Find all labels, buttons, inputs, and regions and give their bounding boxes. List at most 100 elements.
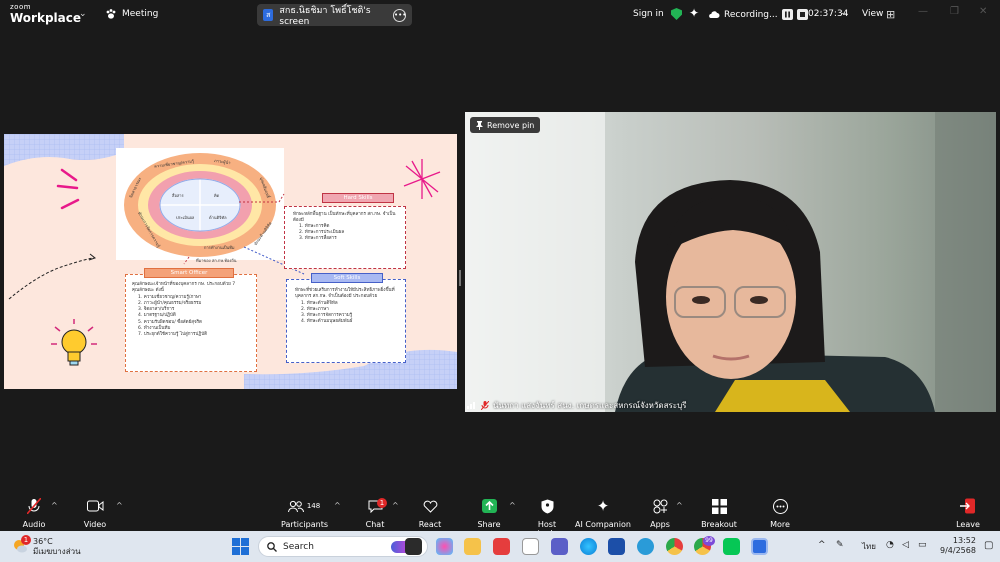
participants-options-caret[interactable]: ^ (334, 501, 341, 510)
list-item: 3. ทักษะการสื่อสาร (299, 236, 337, 242)
store-icon[interactable] (608, 538, 625, 555)
edge-browser-icon[interactable] (580, 538, 597, 555)
maximize-icon[interactable]: ❐ (950, 6, 959, 17)
participant-name-tag: นันทกา แสงจันทร์ สนง. เกษตรและสหกรณ์จังห… (465, 398, 996, 412)
shield-icon (541, 499, 553, 513)
list-item: 7. ประยุกต์ใช้ความรู้ ไปสู่การปฏิบัติ (138, 332, 208, 338)
hard-skills-title: Hard Skills (322, 193, 394, 203)
apps-icon (653, 499, 667, 513)
battery-icon[interactable]: ▭ (918, 540, 927, 550)
file-explorer-icon[interactable] (464, 538, 481, 555)
windows-start-icon[interactable] (232, 538, 249, 555)
wifi-icon[interactable]: ◔ (886, 540, 894, 550)
chat-options-caret[interactable]: ^ (392, 501, 399, 510)
soft-skills-title: Soft Skills (311, 273, 383, 283)
signal-strength-icon (467, 402, 475, 409)
chevron-down-icon[interactable]: ⌄ (840, 8, 848, 18)
recording-indicator: Recording... (708, 9, 808, 20)
paw-icon (106, 9, 116, 19)
muted-mic-icon (27, 498, 41, 514)
apps-button[interactable]: Apps (647, 497, 673, 529)
muted-mic-icon (481, 400, 489, 410)
minimize-icon[interactable]: — (918, 6, 928, 17)
sign-in-link[interactable]: Sign in (633, 9, 664, 19)
shared-screen: ความเชี่ยวชาญ/ความรู้ ภาวะผู้นำ จิตสาธาร… (4, 134, 457, 389)
meeting-menu[interactable]: Meeting (105, 8, 158, 20)
hard-skills-box: ทักษะหลักพื้นฐาน เป็นทักษะที่บุคลากร สก.… (284, 206, 406, 269)
share-options-caret[interactable]: ^ (509, 501, 516, 510)
speaker-icon[interactable]: ◁ (902, 540, 909, 550)
pause-recording-button[interactable] (781, 9, 793, 20)
starburst-icon (403, 159, 441, 199)
soft-skills-box: ทักษะที่ช่วยเสริมการทำงานให้มีประสิทธิภา… (286, 279, 406, 363)
share-button[interactable]: Share (476, 497, 502, 529)
spark-lines-icon (56, 168, 80, 210)
diagram-caption: ที่มาของ สก.กษ.ท้องถิ่น (196, 258, 237, 263)
soft-skills-list: 1. ทักษะด้านดิจิทัล 2. ทักษะภาษา 3. ทักษ… (295, 301, 400, 326)
stop-recording-button[interactable] (796, 9, 808, 20)
heart-icon (423, 500, 437, 513)
pause-icon (784, 11, 790, 18)
diagram-quadrant-label: ด้านดิจิทัล (209, 215, 227, 220)
ai-sparkle-icon[interactable]: ✦ (689, 6, 699, 20)
app-red-icon[interactable] (493, 538, 510, 555)
more-button[interactable]: More (768, 497, 792, 529)
chrome-icon[interactable] (666, 538, 683, 555)
lightbulb-icon (51, 319, 97, 366)
title-bar: zoom Workplace ⌄ Meeting ส สกธ.นิธชิมา โ… (0, 0, 1000, 30)
dashed-arrow-icon (8, 257, 95, 300)
diagram-quadrant-label: คิด (214, 193, 220, 198)
weather-app-icon[interactable] (637, 538, 654, 555)
list-item: 4. ทักษะด้านมนุษยสัมพันธ์ (301, 319, 353, 325)
remove-pin-button[interactable]: Remove pin (470, 117, 541, 133)
zoom-app-icon[interactable] (751, 538, 768, 555)
chevron-down-icon[interactable]: ⌄ (79, 9, 87, 19)
pen-icon[interactable]: ✎ (836, 540, 844, 550)
more-dots-icon (772, 498, 788, 514)
task-view-icon[interactable] (405, 538, 422, 555)
video-button[interactable]: Video (82, 497, 108, 529)
system-clock[interactable]: 13:52 9/4/2568 (940, 536, 976, 557)
react-button[interactable]: React (417, 497, 443, 529)
copilot-icon[interactable] (436, 538, 453, 555)
video-options-caret[interactable]: ^ (116, 501, 123, 510)
taskbar-search[interactable]: Search (258, 536, 428, 557)
leave-button[interactable]: Leave (956, 497, 980, 529)
more-options-icon[interactable]: ••• (393, 8, 406, 22)
zoom-logo: zoom Workplace (10, 3, 82, 25)
close-icon[interactable]: ✕ (979, 6, 987, 17)
weather-widget[interactable]: 1 36°C มีเมฆบางส่วน (12, 535, 82, 559)
smart-officer-list: 1. ความเชี่ยวชาญ/ความรู้/ภาษา 2. ภาวะผู้… (132, 295, 250, 339)
participant-video-frame (465, 112, 996, 412)
stop-icon (799, 12, 805, 17)
screen-share-indicator[interactable]: ส สกธ.นิธชิมา โพธิ์โชติ's screen ••• (257, 4, 412, 27)
ai-companion-button[interactable]: ✦ AI Companion (575, 497, 631, 529)
notification-bell-icon[interactable]: ▢ (984, 540, 993, 551)
line-app-icon[interactable] (723, 538, 740, 555)
apps-options-caret[interactable]: ^ (676, 501, 683, 510)
participants-button[interactable]: 148 Participants (281, 497, 328, 529)
pinned-video-tile[interactable]: Remove pin นันทกา แสงจันทร์ สนง. เกษตรแล… (465, 112, 996, 412)
windows-taskbar: 1 36°C มีเมฆบางส่วน Search 99 ^ ✎ ไทย ◔ … (0, 531, 1000, 562)
security-shield-icon[interactable] (671, 8, 682, 20)
audio-options-caret[interactable]: ^ (51, 501, 58, 510)
smart-officer-desc: คุณลักษณะเจ้าหน้าที่ของบุคลากร กษ. ประกอ… (132, 282, 236, 294)
soft-skills-desc: ทักษะที่ช่วยเสริมการทำงานให้มีประสิทธิภา… (295, 288, 395, 300)
grid-view-icon[interactable]: ⊞ (886, 8, 895, 21)
splitter-handle[interactable] (459, 270, 461, 286)
video-camera-icon (86, 500, 103, 512)
hard-skills-desc: ทักษะหลักพื้นฐาน เป็นทักษะที่บุคลากร สก.… (293, 212, 396, 224)
diagram-ring-label: การทำงานเป็นทีม (204, 245, 235, 250)
sharer-label: สกธ.นิธชิมา โพธิ์โชติ's screen (279, 6, 371, 27)
teams-icon[interactable] (551, 538, 568, 555)
sharer-avatar: ส (263, 9, 274, 21)
language-indicator[interactable]: ไทย (862, 540, 876, 553)
chevron-up-icon[interactable]: ^ (818, 540, 826, 550)
leave-exit-icon (960, 498, 975, 514)
calendar-app-icon[interactable] (522, 538, 539, 555)
audio-button[interactable]: Audio (22, 497, 46, 529)
chat-button[interactable]: 1 Chat (362, 497, 388, 529)
app-badge: 99 (703, 536, 715, 546)
view-menu[interactable]: View (862, 9, 883, 19)
pin-icon (476, 120, 483, 130)
